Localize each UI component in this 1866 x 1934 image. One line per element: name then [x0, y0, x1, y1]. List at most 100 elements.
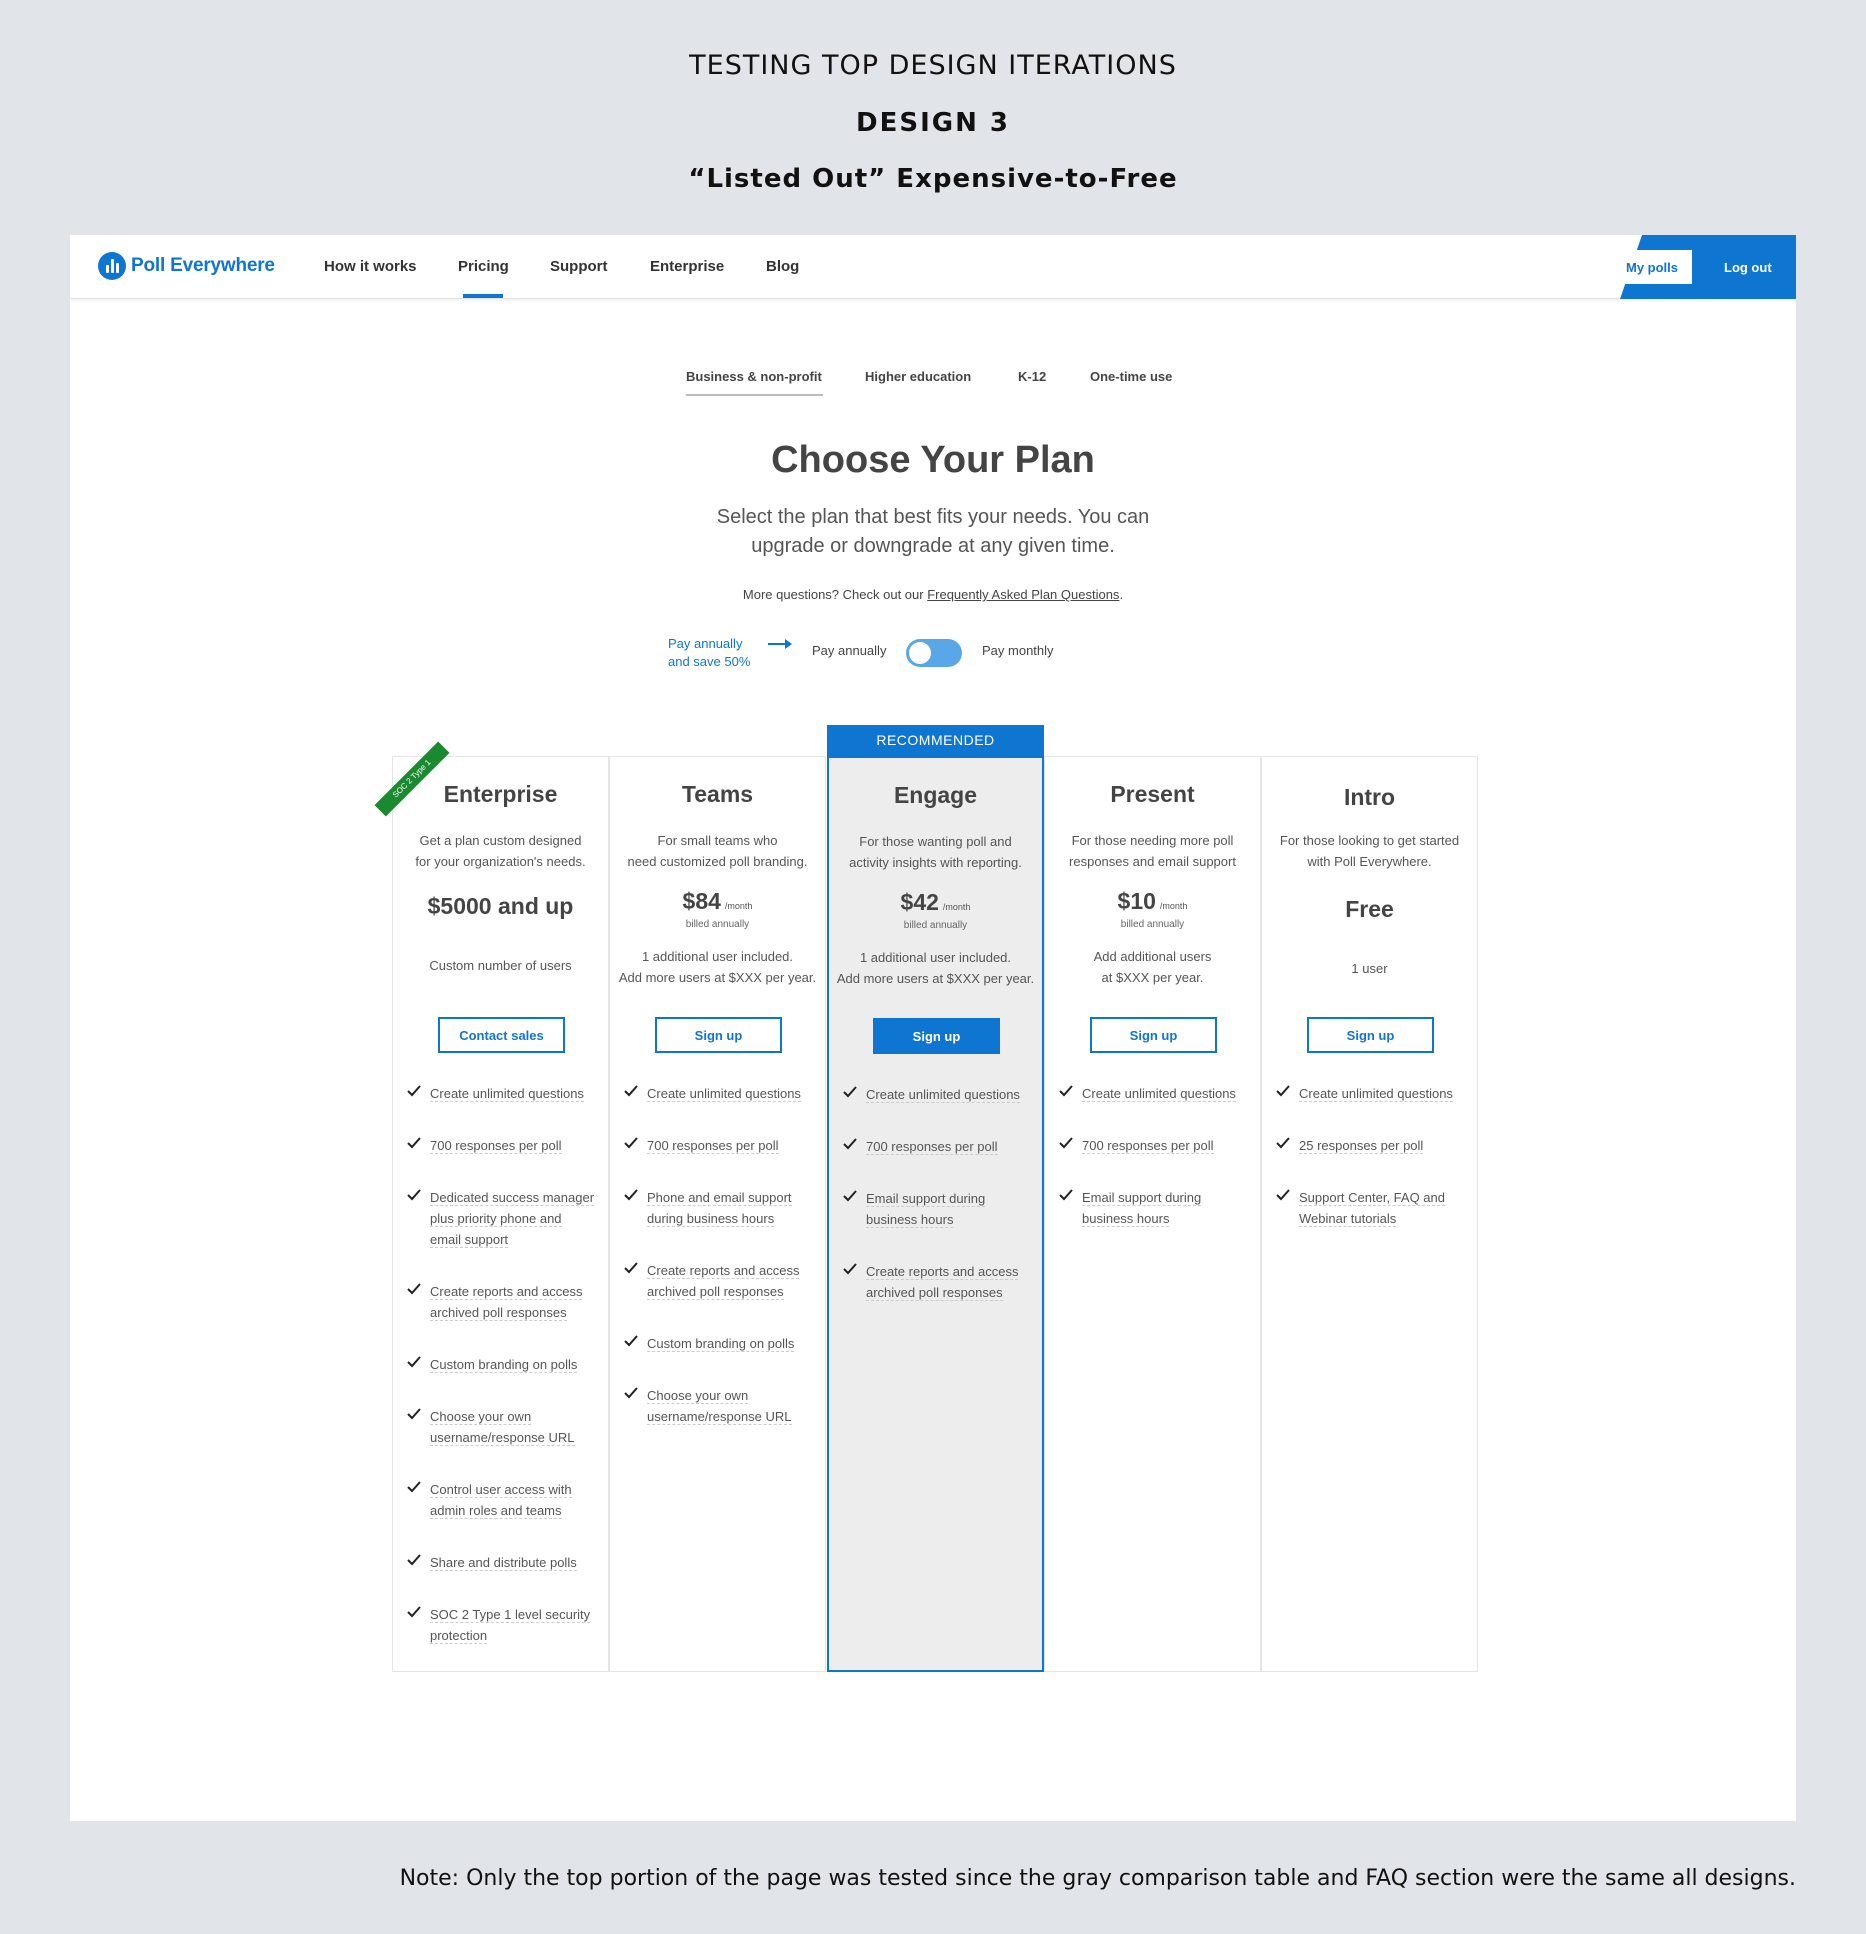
faq-link[interactable]: Frequently Asked Plan Questions — [927, 587, 1119, 602]
feature-text: Email support during — [1082, 1190, 1202, 1206]
description-line: For those wanting poll and — [859, 834, 1012, 849]
nav-support[interactable]: Support — [550, 258, 608, 275]
plan-name: Present — [1110, 781, 1195, 807]
tab-k12[interactable]: K-12 — [1018, 369, 1046, 384]
price-period: /month — [942, 902, 971, 912]
users-line: Add additional users — [1093, 949, 1212, 964]
description-line: responses and email support — [1069, 854, 1236, 869]
tab-business[interactable]: Business & non-profit — [686, 369, 822, 384]
checkmark-icon — [843, 1086, 857, 1098]
nav-enterprise[interactable]: Enterprise — [650, 258, 724, 275]
description-line: For small teams who — [657, 833, 778, 848]
plan-description: For those wanting poll and activity insi… — [829, 831, 1042, 873]
checkmark-icon — [624, 1335, 638, 1347]
feature-text: Create reports and access — [430, 1284, 583, 1300]
plan-description: Get a plan custom designed for your orga… — [393, 830, 608, 872]
nav-how-it-works[interactable]: How it works — [324, 258, 417, 275]
users-line: Add more users at $XXX per year. — [836, 971, 1035, 986]
checkmark-icon — [407, 1481, 421, 1493]
feature-text: business hours — [866, 1212, 954, 1228]
feature-text: plus priority phone and — [430, 1211, 562, 1227]
annual-savings-callout: Pay annually and save 50% — [668, 635, 750, 671]
recommended-banner: RECOMMENDED — [827, 725, 1044, 756]
checkmark-icon — [1276, 1189, 1290, 1201]
my-polls-button[interactable]: My polls — [1612, 250, 1692, 284]
tab-one-time-use[interactable]: One-time use — [1090, 369, 1172, 384]
feature-item: Create reports and access archived poll r… — [624, 1260, 819, 1302]
tab-higher-education[interactable]: Higher education — [865, 369, 971, 384]
page-subtitle: Select the plan that best fits your need… — [70, 503, 1796, 561]
plan-name: Engage — [893, 782, 978, 808]
presentation-heading: TESTING TOP DESIGN ITERATIONS — [689, 50, 1177, 81]
description-line: activity insights with reporting. — [849, 855, 1022, 870]
feature-item: 700 responses per poll — [407, 1135, 602, 1156]
feature-item: Share and distribute polls — [407, 1552, 602, 1573]
plan-price: $10/month — [1045, 888, 1260, 915]
feature-item: Create reports and access archived poll r… — [407, 1281, 602, 1323]
feature-text: Create unlimited questions — [1299, 1086, 1453, 1102]
description-line: with Poll Everywhere. — [1307, 854, 1432, 869]
page-title: Choose Your Plan — [771, 439, 1095, 481]
brand-name: Poll Everywhere — [131, 255, 275, 276]
brand-logo[interactable]: Poll Everywhere — [98, 252, 275, 280]
checkmark-icon — [1059, 1189, 1073, 1201]
logo-icon — [98, 252, 126, 280]
feature-item: 700 responses per poll — [843, 1136, 1038, 1157]
billing-toggle[interactable] — [906, 639, 962, 667]
users-line: at $XXX per year. — [1101, 970, 1204, 985]
checkmark-icon — [407, 1356, 421, 1368]
plan-description: For those looking to get started with Po… — [1262, 830, 1477, 872]
nav-blog[interactable]: Blog — [766, 258, 799, 275]
sign-up-button[interactable]: Sign up — [873, 1018, 1000, 1054]
sign-up-button[interactable]: Sign up — [1090, 1017, 1217, 1053]
plan-price: Free — [1345, 896, 1394, 922]
feature-text: protection — [430, 1628, 488, 1644]
plan-users: 1 additional user included. Add more use… — [829, 947, 1042, 989]
checkmark-icon — [1059, 1085, 1073, 1097]
users-line: Add more users at $XXX per year. — [618, 970, 817, 985]
savings-line: and save 50% — [668, 654, 751, 669]
checkmark-icon — [624, 1085, 638, 1097]
feature-text: SOC 2 Type 1 level security — [430, 1607, 591, 1623]
plan-card-intro: Intro For those looking to get started w… — [1261, 756, 1478, 1672]
checkmark-icon — [843, 1263, 857, 1275]
plan-card-engage: Engage For those wanting poll and activi… — [827, 756, 1044, 1672]
checkmark-icon — [843, 1138, 857, 1150]
plan-name: Teams — [681, 781, 754, 807]
feature-text: Support Center, FAQ and — [1299, 1190, 1445, 1206]
nav-pricing[interactable]: Pricing — [458, 258, 509, 275]
sign-up-button[interactable]: Sign up — [655, 1017, 782, 1053]
feature-text: Create unlimited questions — [866, 1087, 1020, 1103]
savings-line: Pay annually — [668, 636, 743, 651]
faq-suffix: . — [1119, 587, 1124, 602]
checkmark-icon — [407, 1606, 421, 1618]
feature-text: email support — [430, 1232, 509, 1248]
subtitle-line: Select the plan that best fits your need… — [716, 506, 1150, 528]
contact-sales-button[interactable]: Contact sales — [438, 1017, 565, 1053]
log-out-link[interactable]: Log out — [1724, 260, 1772, 275]
feature-item: Create unlimited questions — [624, 1083, 819, 1104]
users-line: 1 additional user included. — [859, 950, 1012, 965]
feature-text: username/response URL — [647, 1409, 792, 1425]
feature-text: Create unlimited questions — [430, 1086, 584, 1102]
price-period: /month — [724, 901, 753, 911]
feature-item: Create unlimited questions — [1059, 1083, 1254, 1104]
checkmark-icon — [1276, 1085, 1290, 1097]
feature-text: Create unlimited questions — [647, 1086, 801, 1102]
checkmark-icon — [407, 1085, 421, 1097]
feature-text: archived poll responses — [866, 1285, 1003, 1301]
feature-item: Support Center, FAQ and Webinar tutorials — [1276, 1187, 1471, 1229]
feature-text: Phone and email support — [647, 1190, 792, 1206]
plan-card-enterprise: SOC 2 Type 1 Enterprise Get a plan custo… — [374, 741, 609, 1672]
feature-text: archived poll responses — [647, 1284, 784, 1300]
feature-text: 25 responses per poll — [1299, 1138, 1424, 1154]
sign-up-button[interactable]: Sign up — [1307, 1017, 1434, 1053]
feature-item: Dedicated success manager plus priority p… — [407, 1187, 602, 1250]
plan-name: Enterprise — [443, 781, 558, 807]
footnote: Note: Only the top portion of the page w… — [399, 1866, 1796, 1891]
checkmark-icon — [407, 1283, 421, 1295]
feature-text: 700 responses per poll — [866, 1139, 998, 1155]
active-nav-indicator — [463, 294, 503, 298]
feature-text: admin roles and teams — [430, 1503, 562, 1519]
top-nav: Poll Everywhere How it works Pricing Sup… — [70, 235, 1796, 299]
